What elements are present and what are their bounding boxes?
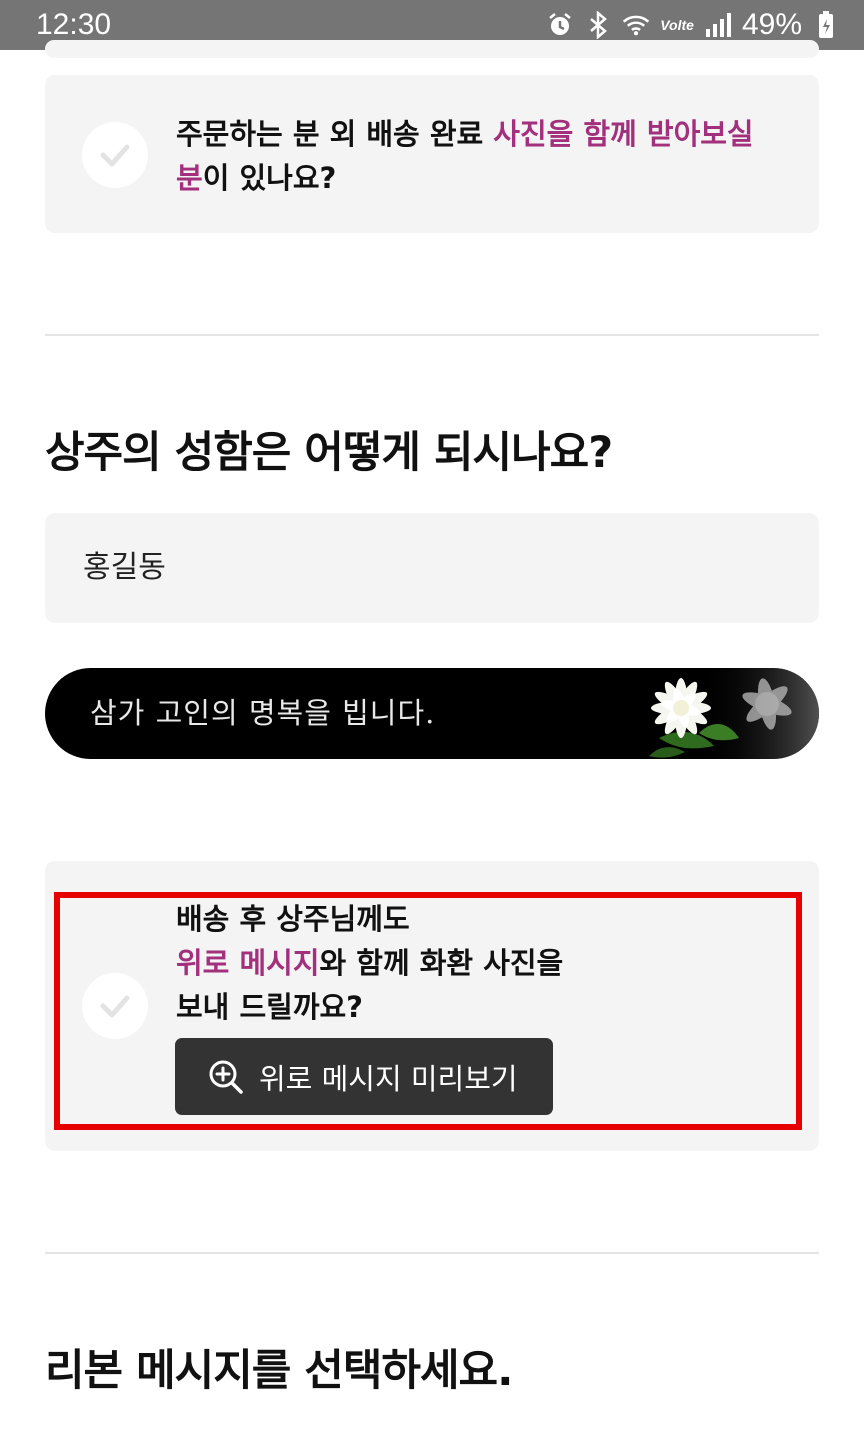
volte-icon: Volte <box>660 17 694 33</box>
previous-card-edge <box>45 40 819 58</box>
mourner-name-input[interactable]: 홍길동 <box>45 513 819 623</box>
question-highlight-cont: 분 <box>176 161 203 195</box>
photo-recipient-checkbox[interactable] <box>82 122 148 188</box>
battery-percent: 49% <box>741 8 802 41</box>
section-divider <box>45 334 819 336</box>
signal-icon <box>704 11 732 39</box>
status-icons: Volte 49% <box>546 8 840 42</box>
bluetooth-icon <box>584 11 612 39</box>
question-text-end: 이 있나요? <box>202 161 337 195</box>
ribbon-preview-text: 삼가 고인의 명복을 빕니다. <box>90 696 436 730</box>
ribbon-message-title: 리본 메시지를 선택하세요. <box>45 1346 513 1396</box>
status-time: 12:30 <box>36 8 112 41</box>
photo-recipient-option[interactable]: 주문하는 분 외 배송 완료 사진을 함께 받아보실분이 있나요? <box>45 75 819 233</box>
question-highlight: 사진을 함께 받아보실 <box>493 117 754 151</box>
ribbon-preview: 삼가 고인의 명복을 빕니다. <box>45 668 819 759</box>
photo-recipient-question: 주문하는 분 외 배송 완료 사진을 함께 받아보실분이 있나요? <box>176 112 776 200</box>
wifi-icon <box>622 11 650 39</box>
section-divider-2 <box>45 1252 819 1254</box>
selection-highlight-box <box>54 892 802 1130</box>
chrysanthemum-image <box>649 668 819 759</box>
battery-icon <box>812 11 840 39</box>
mourner-name-title: 상주의 성함은 어떻게 되시나요? <box>45 428 613 478</box>
alarm-icon <box>546 11 574 39</box>
check-icon <box>100 144 130 167</box>
question-text: 주문하는 분 외 배송 완료 <box>176 117 494 151</box>
